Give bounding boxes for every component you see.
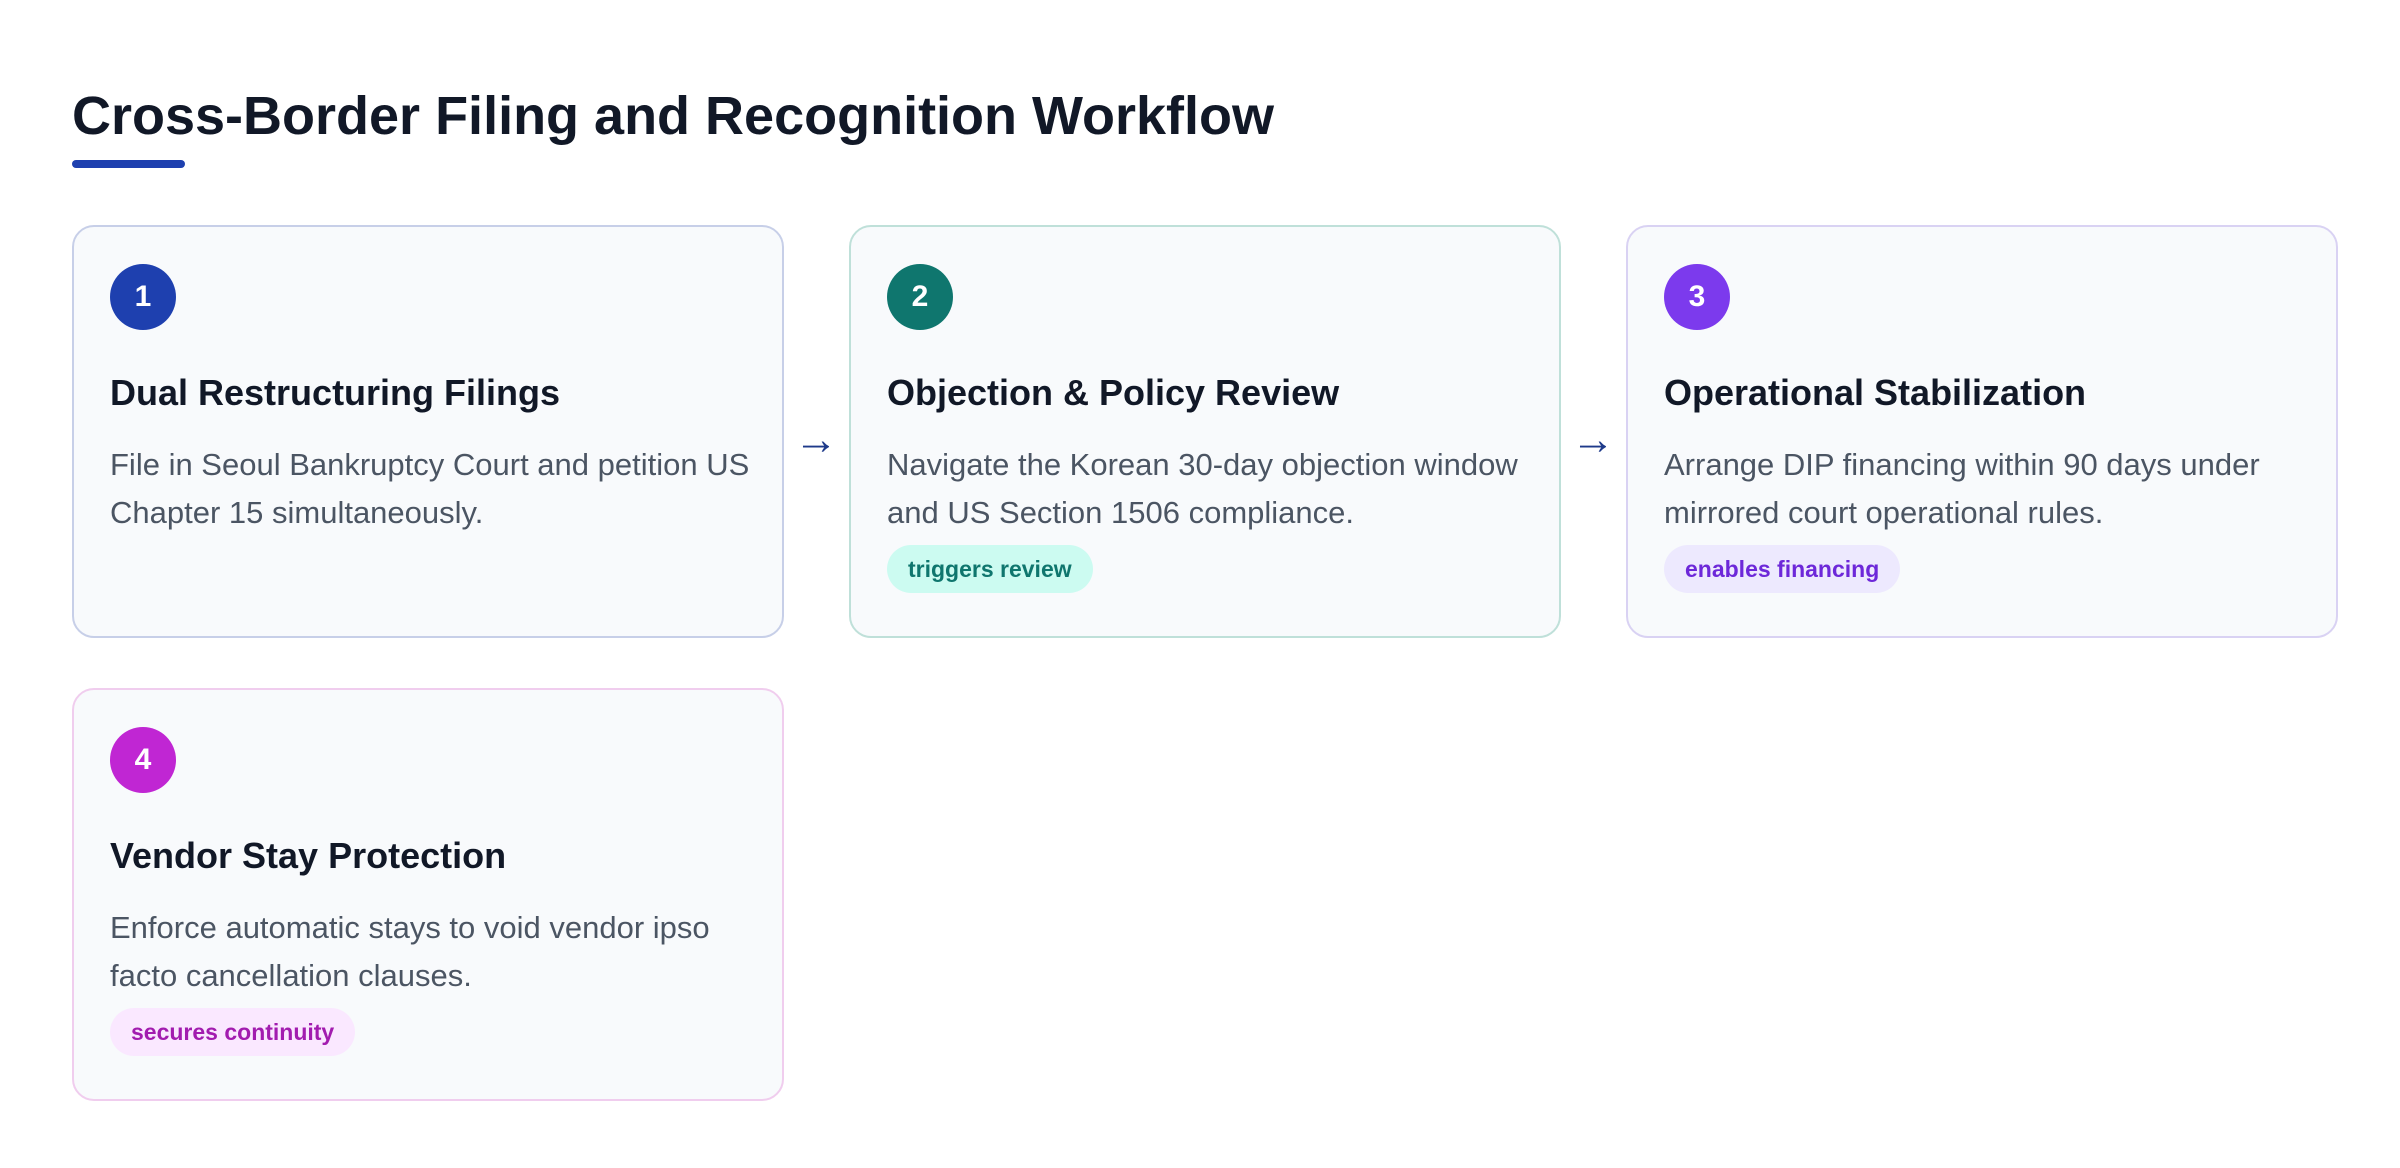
step-number-badge: 1: [110, 264, 176, 330]
step-card-1: 1 Dual Restructuring Filings File in Seo…: [72, 225, 784, 638]
step-card-4: 4 Vendor Stay Protection Enforce automat…: [72, 688, 784, 1101]
step-description: File in Seoul Bankruptcy Court and petit…: [110, 447, 750, 530]
step-title: Dual Restructuring Filings: [110, 372, 561, 413]
step-description: Arrange DIP financing within 90 days und…: [1664, 447, 2260, 530]
step-description: Enforce automatic stays to void vendor i…: [110, 910, 710, 993]
step-tag: secures continuity: [110, 1008, 356, 1056]
arrow-right-icon: →: [1571, 415, 1615, 464]
step-tag: triggers review: [887, 545, 1093, 593]
step-title: Vendor Stay Protection: [110, 835, 507, 876]
step-number-badge: 3: [1664, 264, 1730, 330]
step-description: Navigate the Korean 30-day objection win…: [887, 447, 1518, 530]
step-tag: enables financing: [1664, 545, 1901, 593]
step-number-badge: 2: [887, 264, 953, 330]
page-title: Cross-Border Filing and Recognition Work…: [72, 86, 1275, 146]
step-number-badge: 4: [110, 727, 176, 793]
arrow-right-icon: →: [794, 415, 838, 464]
title-underline: [72, 160, 185, 168]
step-card-2: 2 Objection & Policy Review Navigate the…: [849, 225, 1561, 638]
step-title: Operational Stabilization: [1664, 372, 2087, 413]
workflow-page: Cross-Border Filing and Recognition Work…: [0, 0, 2400, 1168]
step-card-3: 3 Operational Stabilization Arrange DIP …: [1626, 225, 2338, 638]
step-title: Objection & Policy Review: [887, 372, 1340, 413]
